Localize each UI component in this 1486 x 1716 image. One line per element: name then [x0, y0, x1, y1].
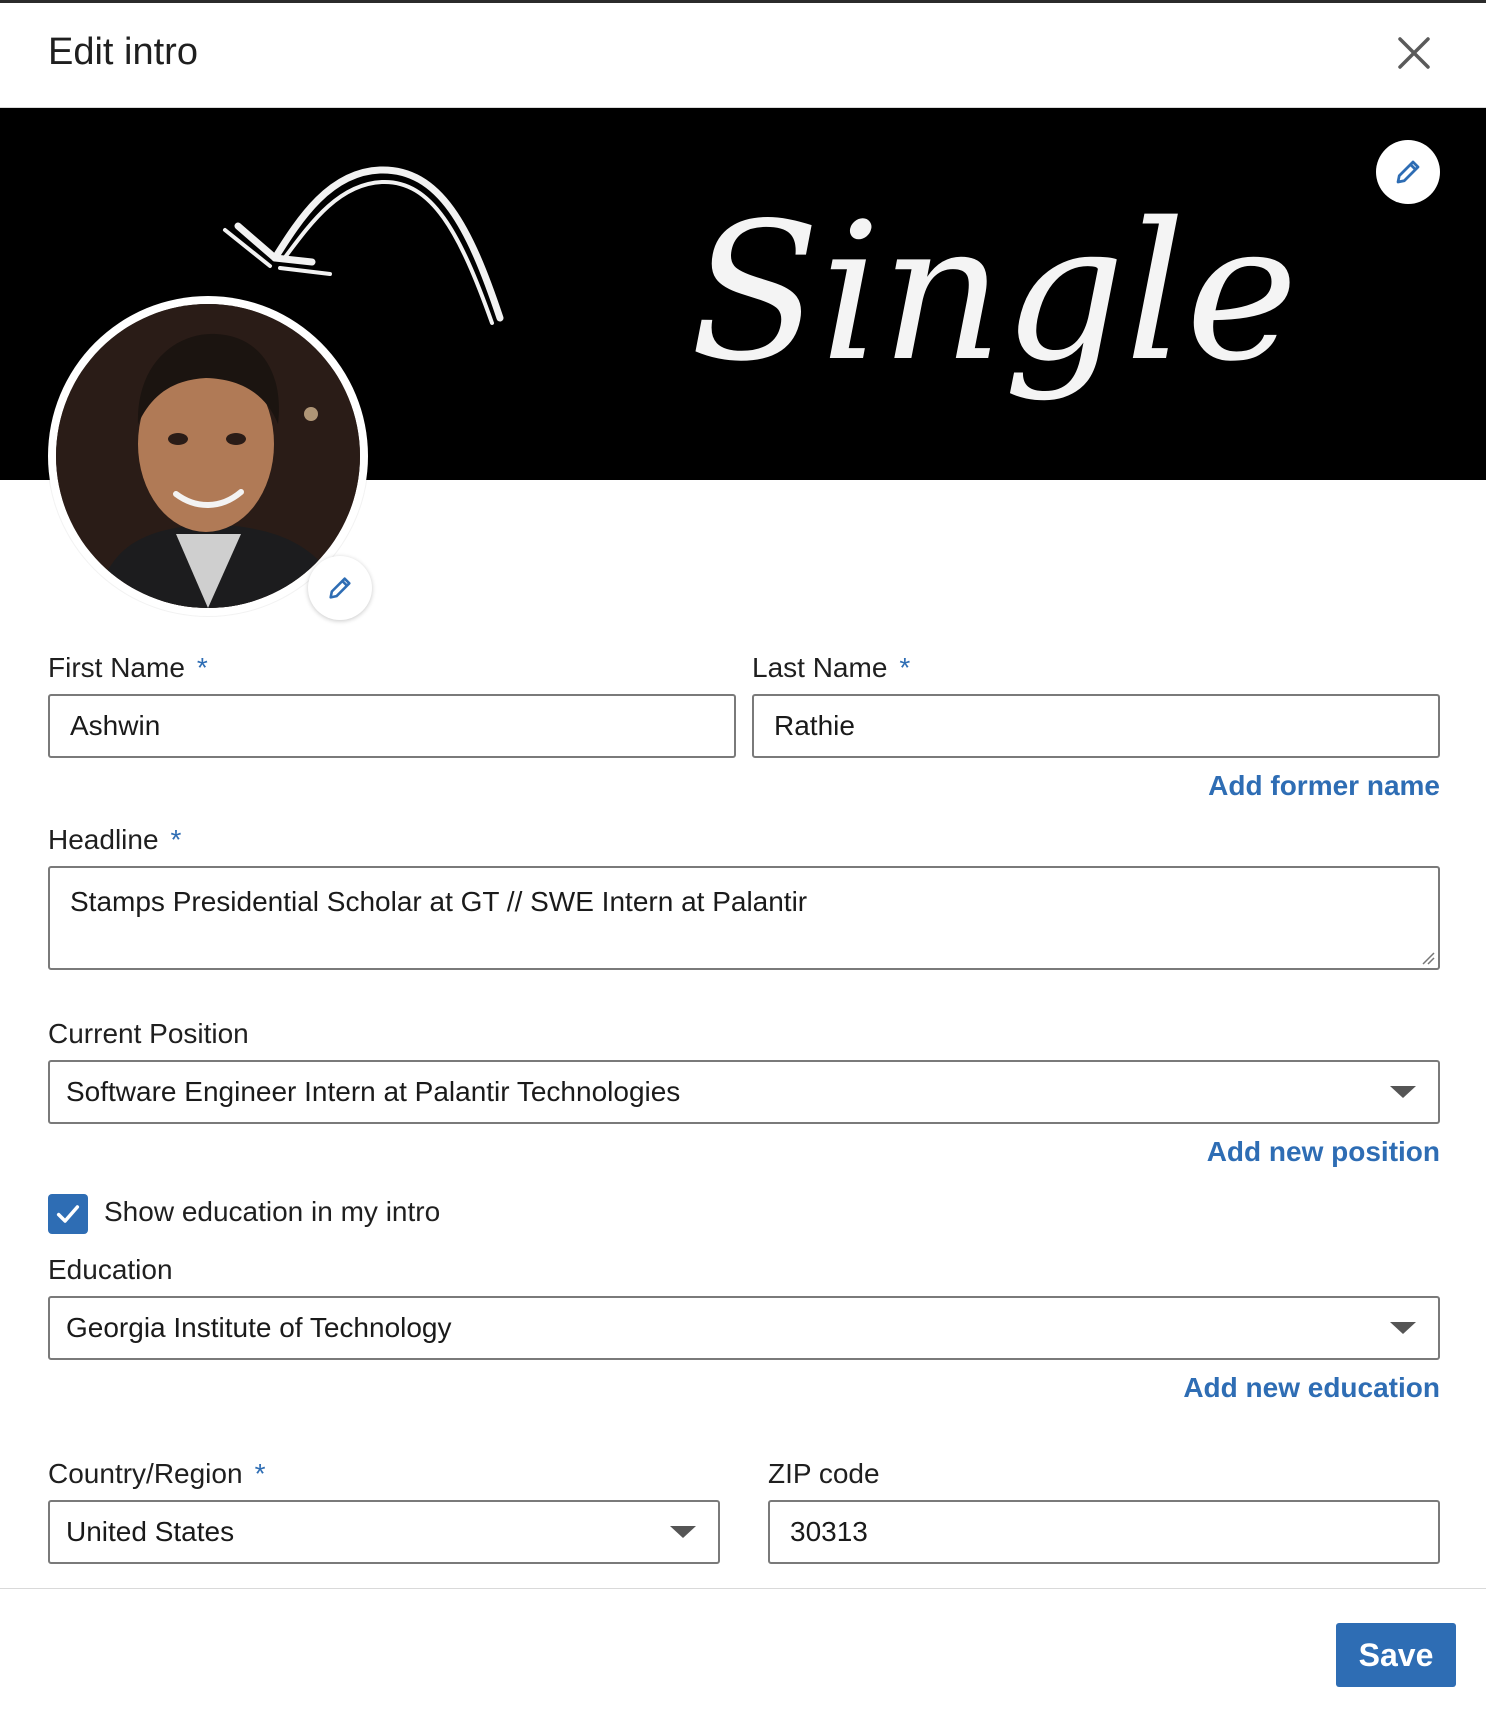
add-new-position-link[interactable]: Add new position — [1207, 1136, 1440, 1168]
checkmark-icon — [56, 1205, 80, 1223]
profile-photo[interactable] — [56, 304, 360, 608]
country-region-value: United States — [66, 1516, 235, 1547]
education-select[interactable]: Georgia Institute of Technology — [48, 1296, 1440, 1360]
country-region-label-text: Country/Region — [48, 1458, 243, 1489]
education-label: Education — [48, 1254, 173, 1285]
show-education-checkbox[interactable] — [48, 1194, 88, 1234]
edit-profile-photo-button[interactable] — [308, 556, 372, 620]
add-former-name-link[interactable]: Add former name — [1208, 770, 1440, 802]
headline-textarea[interactable]: Stamps Presidential Scholar at GT // SWE… — [48, 866, 1440, 970]
country-region-select[interactable]: United States — [48, 1500, 720, 1564]
last-name-label-text: Last Name — [752, 652, 888, 683]
zip-code-label: ZIP code — [768, 1458, 880, 1489]
resize-handle-icon[interactable] — [1419, 949, 1435, 965]
dialog-title: Edit intro — [48, 31, 198, 73]
first-name-label-text: First Name — [48, 652, 185, 683]
dropdown-arrow-icon — [670, 1526, 696, 1538]
last-name-value: Rathie — [774, 710, 855, 741]
pencil-icon — [1396, 160, 1420, 184]
last-name-label: Last Name * — [752, 652, 910, 684]
headline-label-text: Headline — [48, 824, 159, 855]
required-asterisk: * — [254, 1458, 266, 1489]
current-position-label: Current Position — [48, 1018, 249, 1049]
first-name-input[interactable]: Ashwin — [48, 694, 736, 758]
current-position-select[interactable]: Software Engineer Intern at Palantir Tec… — [48, 1060, 1440, 1124]
first-name-value: Ashwin — [70, 710, 161, 741]
education-value: Georgia Institute of Technology — [66, 1312, 452, 1343]
edit-intro-dialog: Edit intro Single First Name * Ashwin La… — [0, 0, 1486, 1716]
headline-label: Headline * — [48, 824, 181, 856]
dropdown-arrow-icon — [1390, 1086, 1416, 1098]
first-name-label: First Name * — [48, 652, 208, 684]
headline-value: Stamps Presidential Scholar at GT // SWE… — [70, 886, 808, 917]
country-region-label: Country/Region * — [48, 1458, 265, 1490]
last-name-input[interactable]: Rathie — [752, 694, 1440, 758]
add-new-education-link[interactable]: Add new education — [1183, 1372, 1440, 1404]
close-button[interactable] — [1390, 29, 1438, 77]
close-icon — [1398, 37, 1430, 69]
zip-code-value: 30313 — [790, 1516, 868, 1547]
avatar-illustration — [56, 304, 360, 608]
dialog-header: Edit intro — [0, 3, 1486, 108]
current-position-value: Software Engineer Intern at Palantir Tec… — [66, 1076, 681, 1107]
zip-code-input[interactable]: 30313 — [768, 1500, 1440, 1564]
save-button[interactable]: Save — [1336, 1623, 1456, 1687]
required-asterisk: * — [899, 652, 911, 683]
show-education-label[interactable]: Show education in my intro — [104, 1196, 440, 1228]
dropdown-arrow-icon — [1390, 1322, 1416, 1334]
edit-background-button[interactable] — [1376, 140, 1440, 204]
required-asterisk: * — [170, 824, 182, 855]
banner-text: Single — [690, 182, 1298, 403]
pencil-icon — [329, 577, 351, 599]
dialog-footer: Save — [0, 1588, 1486, 1716]
required-asterisk: * — [196, 652, 208, 683]
